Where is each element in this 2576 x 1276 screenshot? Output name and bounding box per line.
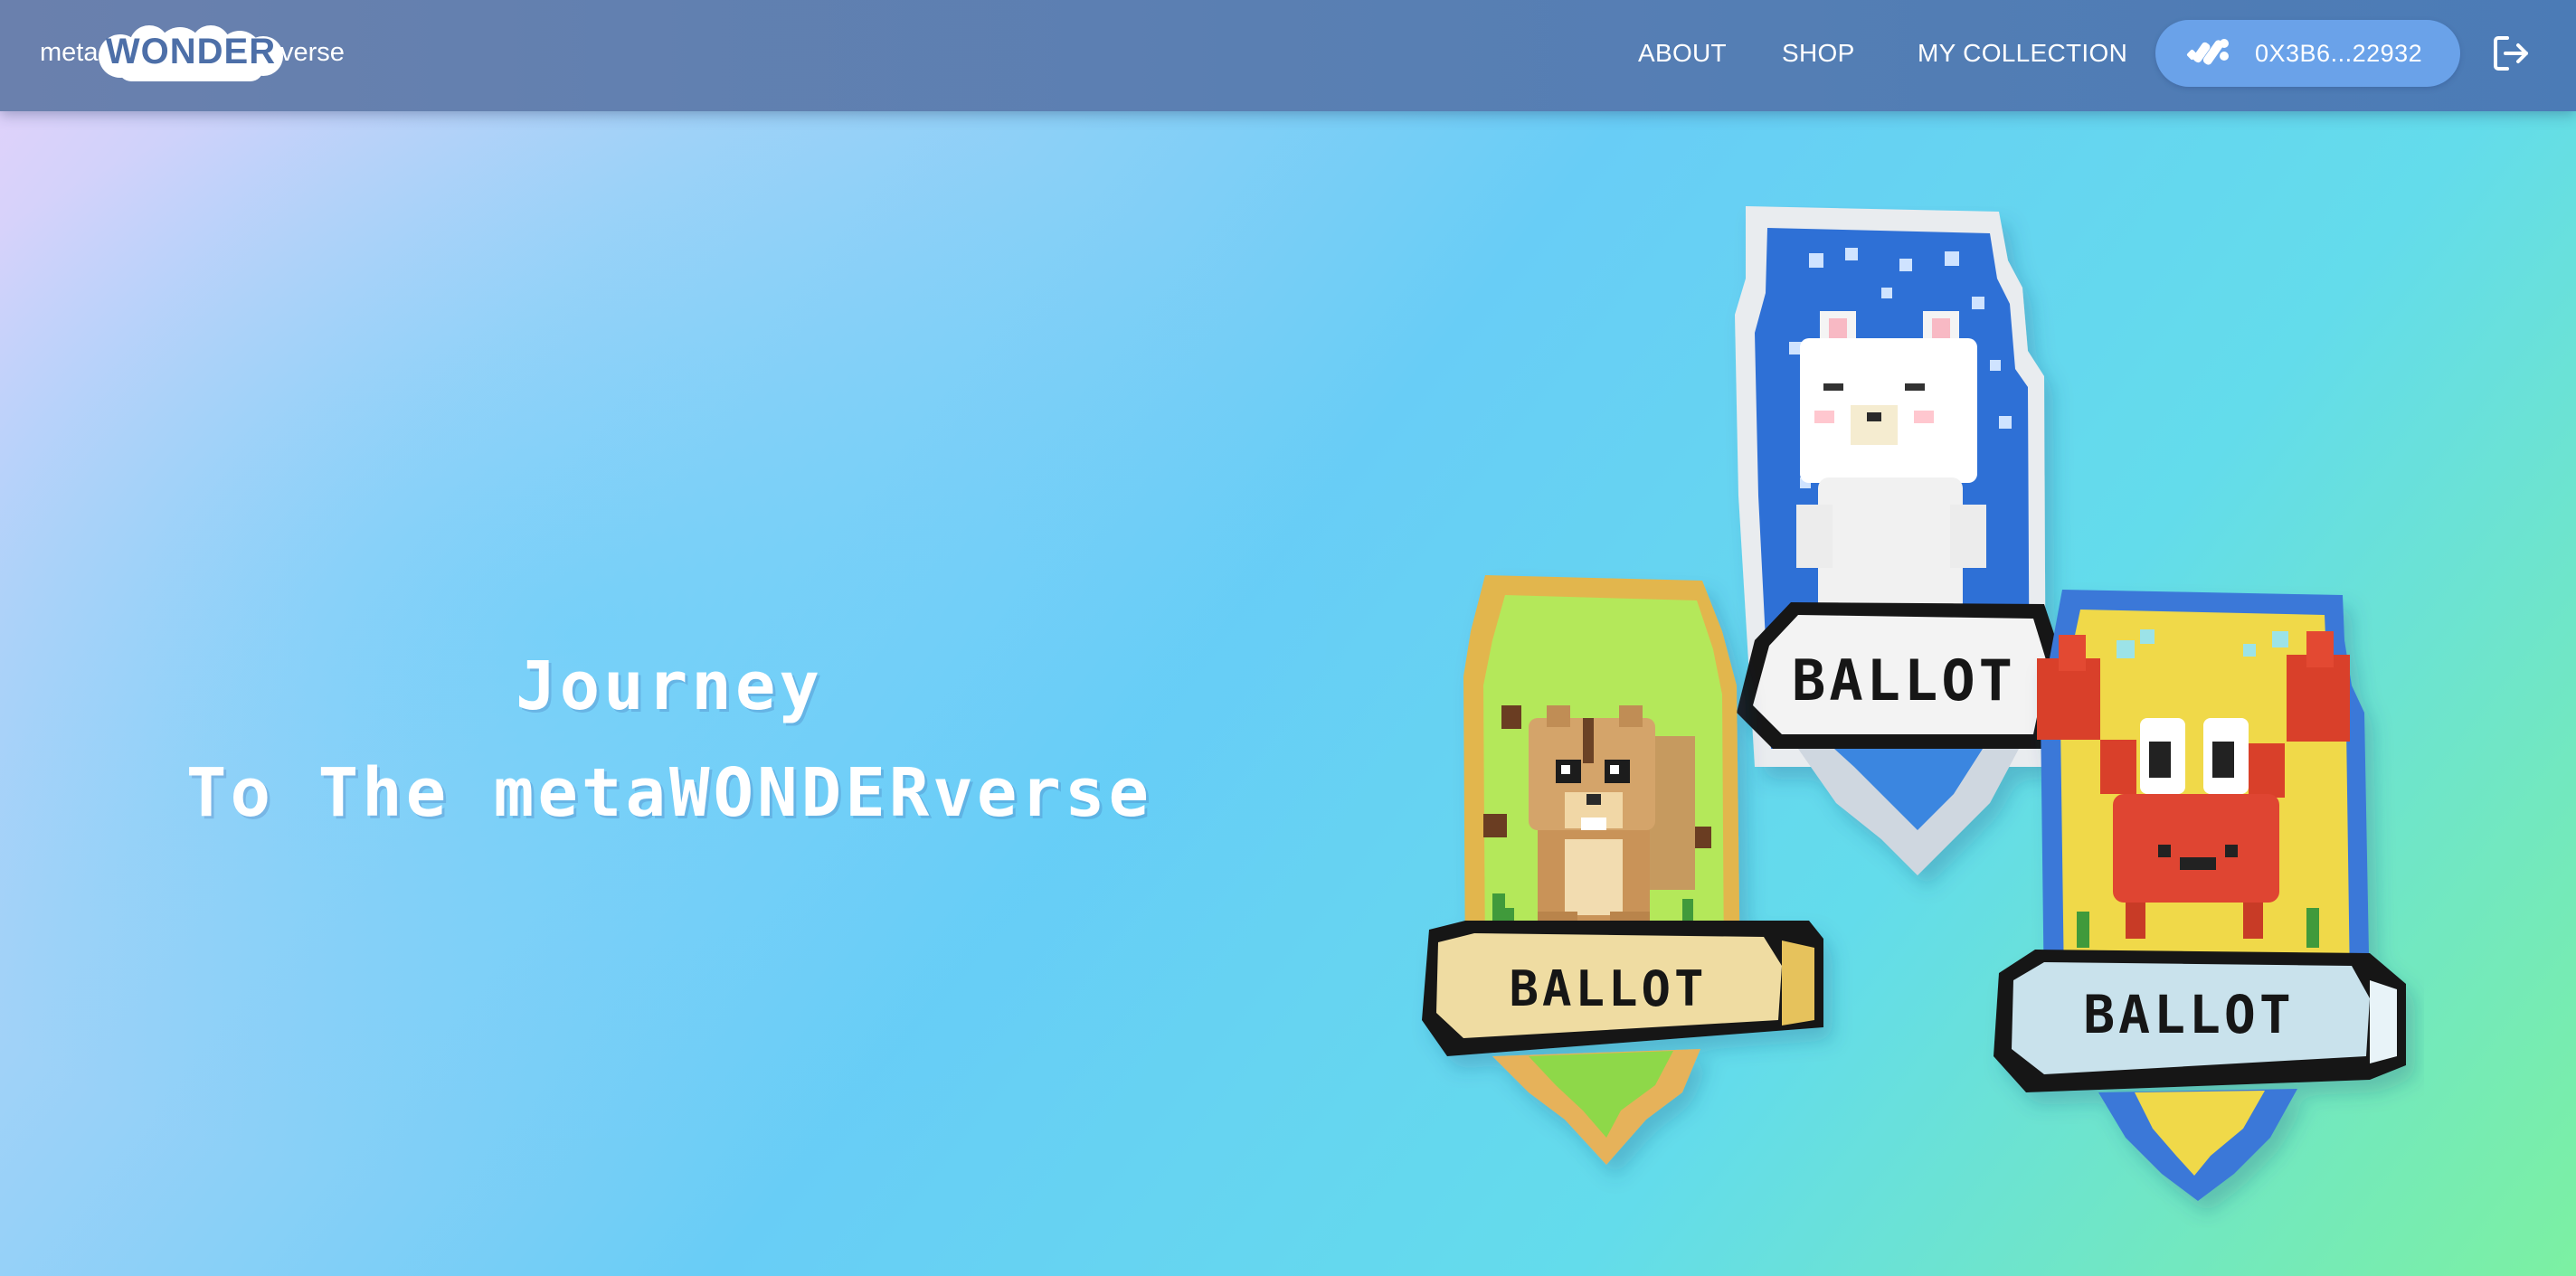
bear-badge: BALLOT (1735, 206, 2062, 875)
bear-character (1796, 311, 1986, 631)
bear-ballot-label: BALLOT (1792, 647, 2016, 714)
nav-link-shop[interactable]: SHOP (1782, 34, 1855, 72)
wallet-button[interactable]: 0X3B6...22932 (2155, 20, 2460, 87)
nav-link-my-collection[interactable]: MY COLLECTION (1918, 34, 2127, 72)
hero-title-line-2: To The metaWONDERverse (185, 754, 1153, 832)
logout-icon[interactable] (2491, 33, 2531, 73)
nav-link-about[interactable]: ABOUT (1638, 34, 1727, 72)
crab-badge: BALLOT (1994, 590, 2406, 1201)
logo-prefix: meta (40, 38, 99, 67)
wallet-brand-icon (2186, 39, 2229, 65)
logo-suffix: verse (280, 38, 345, 67)
site-logo[interactable]: meta WONDER verse (40, 24, 347, 83)
wallet-address: 0X3B6...22932 (2255, 40, 2423, 67)
logo-brand-word: WONDER (105, 31, 277, 71)
hero-badges-illustration: BALLOT BALLOT BALLOT (1422, 206, 2406, 1201)
chipmunk-ballot-label: BALLOT (1509, 960, 1707, 1017)
hero-title-line-1: Journey (516, 647, 823, 725)
top-navbar: meta WONDER verse ABOUT SHOP MY COLLECTI… (0, 0, 2576, 111)
crab-ballot-label: BALLOT (2083, 984, 2295, 1045)
hero-title: Journey To The metaWONDERverse (0, 633, 1339, 846)
